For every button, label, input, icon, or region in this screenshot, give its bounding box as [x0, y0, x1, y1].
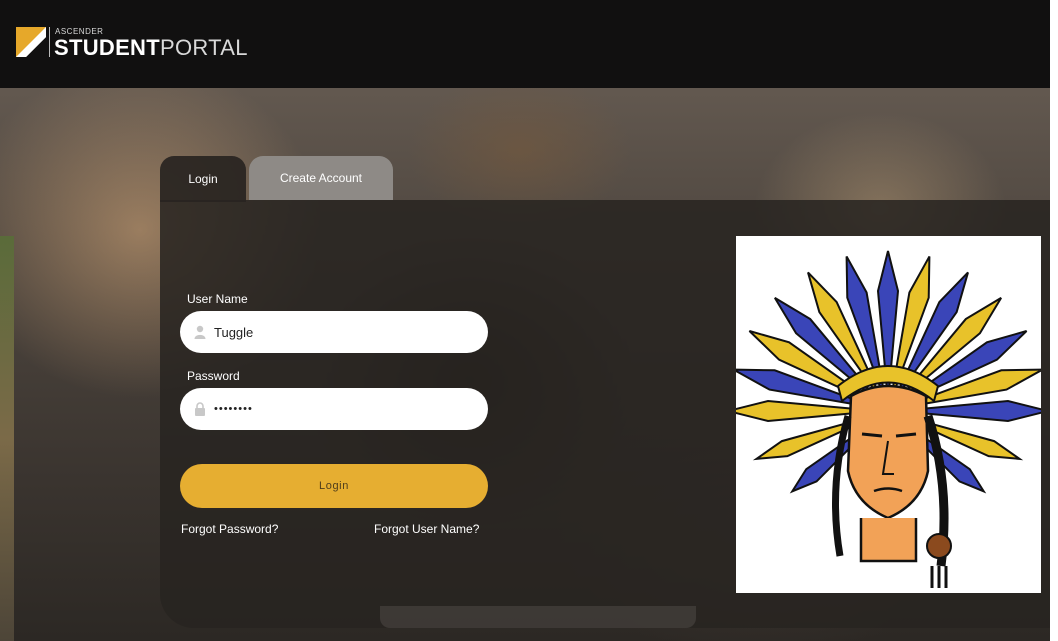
username-label: User Name	[187, 292, 248, 306]
brand-student: STUDENT	[54, 35, 160, 60]
brand-portal: PORTAL	[160, 35, 248, 60]
mascot-logo	[736, 236, 1041, 593]
logo-divider	[49, 27, 50, 57]
forgot-password-link[interactable]: Forgot Password?	[181, 522, 278, 536]
ascender-logo-icon	[16, 27, 46, 57]
background-edge	[0, 236, 14, 641]
panel-lip	[380, 606, 696, 628]
forgot-username-link[interactable]: Forgot User Name?	[374, 522, 479, 536]
username-field[interactable]	[180, 311, 488, 353]
lock-icon	[195, 402, 205, 416]
page-edge	[1050, 0, 1058, 641]
password-input[interactable]: ••••••••	[214, 388, 474, 430]
user-icon	[194, 325, 206, 339]
tab-login[interactable]: Login	[160, 156, 246, 202]
brand-title: STUDENTPORTAL	[54, 35, 248, 61]
password-field[interactable]: ••••••••	[180, 388, 488, 430]
username-input[interactable]	[214, 311, 474, 353]
top-header: ASCENDER STUDENTPORTAL	[0, 0, 1050, 88]
password-label: Password	[187, 369, 240, 383]
face	[846, 384, 930, 563]
tab-create-account[interactable]: Create Account	[249, 156, 393, 200]
login-button[interactable]: Login	[180, 464, 488, 508]
